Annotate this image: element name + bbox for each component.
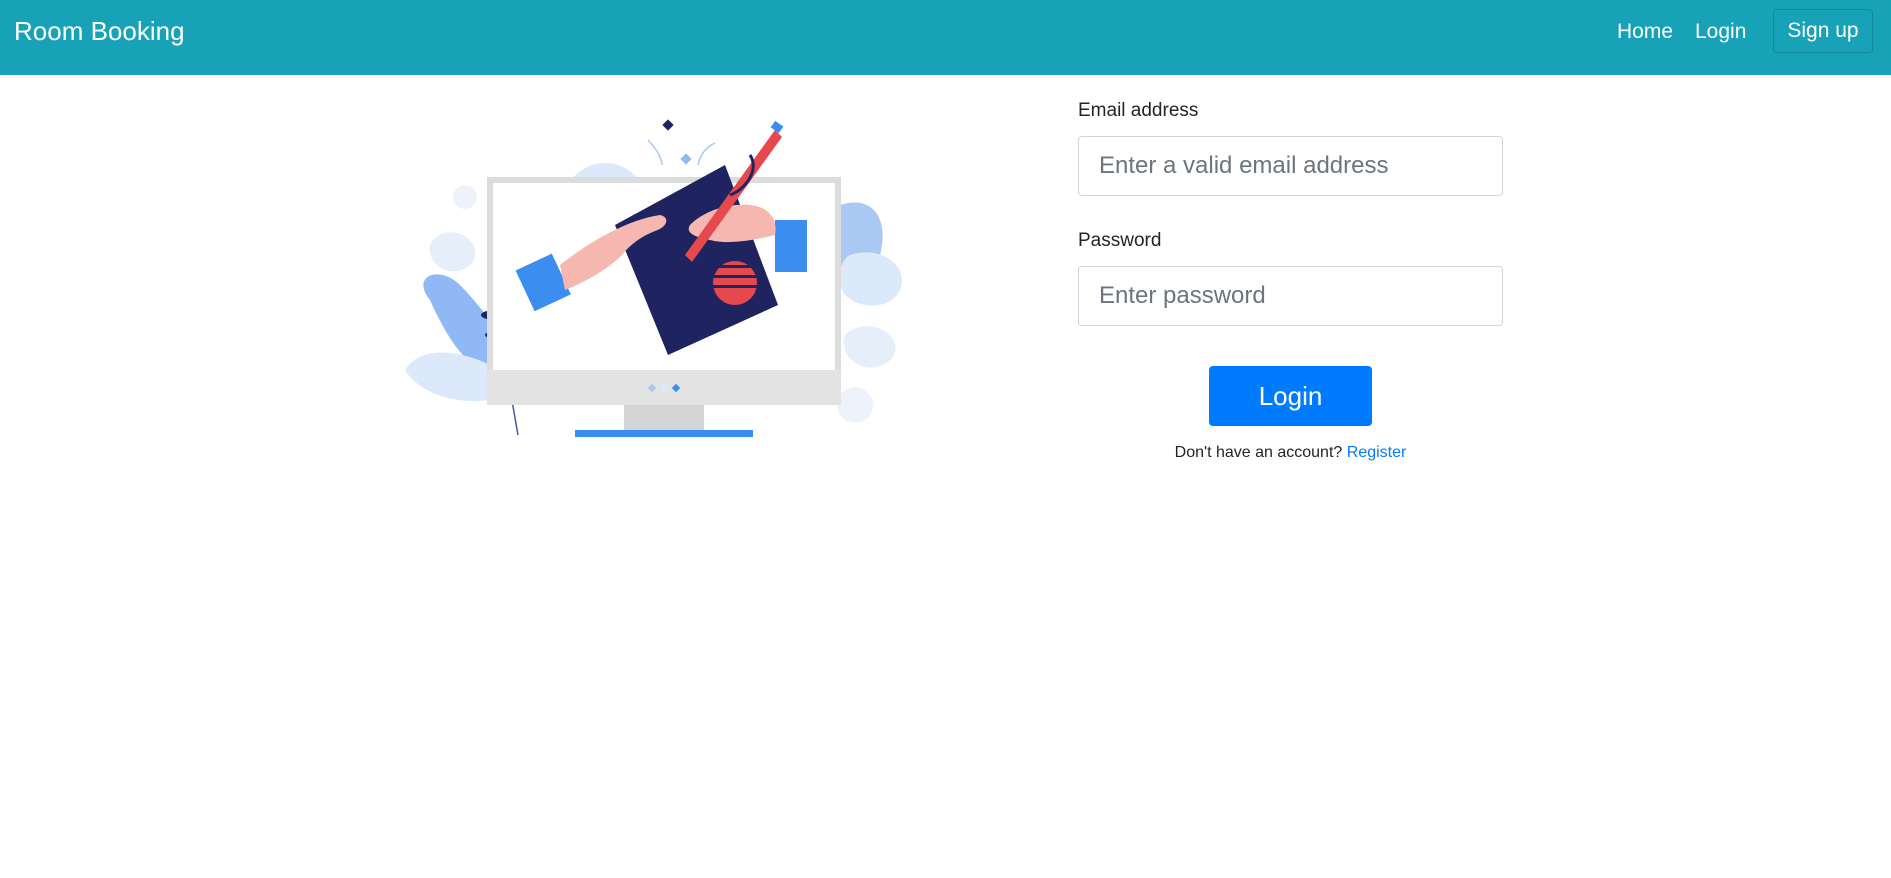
email-label: Email address xyxy=(1078,100,1199,121)
signup-prompt: Don't have an account? Register xyxy=(1078,444,1503,462)
nav-login-link[interactable]: Login xyxy=(1695,20,1746,44)
monitor-hands-drawing-illustration xyxy=(405,119,902,437)
login-button[interactable]: Login xyxy=(1209,366,1372,426)
email-input[interactable] xyxy=(1078,136,1503,196)
register-link[interactable]: Register xyxy=(1347,444,1407,461)
nav-signup-button[interactable]: Sign up xyxy=(1773,9,1873,53)
password-label: Password xyxy=(1078,230,1162,251)
signup-prompt-text: Don't have an account? xyxy=(1174,444,1343,461)
password-input[interactable] xyxy=(1078,266,1503,326)
nav-home-link[interactable]: Home xyxy=(1617,20,1673,44)
login-illustration xyxy=(400,115,920,445)
navbar: Room Booking Home Login Sign up xyxy=(0,0,1891,75)
brand-logo[interactable]: Room Booking xyxy=(14,16,185,47)
